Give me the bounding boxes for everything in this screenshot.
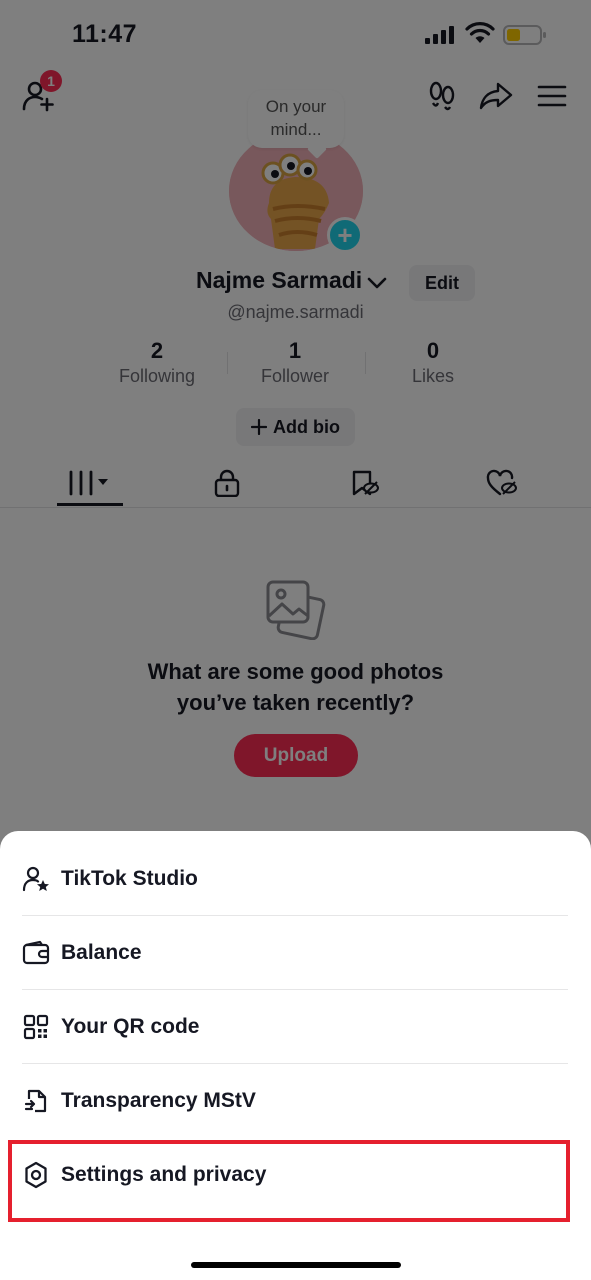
creator-star-icon <box>22 865 50 893</box>
menu-item-label: Balance <box>61 940 142 964</box>
highlight-box <box>8 1140 570 1222</box>
menu-item-label: Your QR code <box>61 1014 200 1038</box>
menu-item-transparency[interactable]: Transparency MStV <box>22 1064 568 1138</box>
qr-code-icon <box>22 1013 50 1041</box>
menu-item-tiktok-studio[interactable]: TikTok Studio <box>22 842 568 916</box>
home-indicator[interactable] <box>191 1262 401 1268</box>
wallet-icon <box>22 939 50 967</box>
menu-item-qr-code[interactable]: Your QR code <box>22 990 568 1064</box>
menu-item-balance[interactable]: Balance <box>22 916 568 990</box>
menu-item-label: Transparency MStV <box>61 1089 256 1112</box>
menu-item-label: TikTok Studio <box>61 866 198 890</box>
document-arrow-icon <box>22 1087 50 1115</box>
profile-screen: 11:47 1 <box>0 0 591 1280</box>
